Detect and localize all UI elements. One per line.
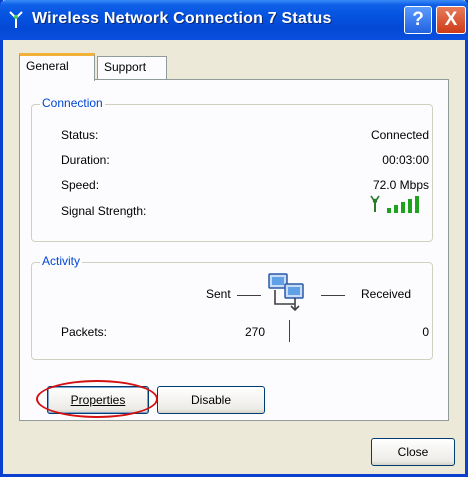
network-computers-icon	[268, 273, 304, 312]
status-label: Status:	[61, 128, 99, 142]
speed-value: 72.0 Mbps	[372, 178, 429, 192]
tab-general[interactable]: General	[19, 53, 95, 81]
status-value: Connected	[370, 128, 429, 142]
activity-group: Activity	[31, 254, 433, 360]
window-title: Wireless Network Connection 7 Status	[32, 10, 332, 27]
sent-connector-line	[237, 295, 261, 296]
packets-sent-value: 270	[244, 325, 265, 339]
highlight-ellipse	[36, 380, 158, 418]
speed-label: Speed:	[61, 178, 100, 192]
help-button[interactable]: ?	[404, 6, 432, 34]
close-window-button[interactable]: X	[436, 6, 466, 34]
status-dialog-window: Wireless Network Connection 7 Status ? X…	[0, 0, 468, 477]
connection-group-title: Connection	[40, 96, 105, 110]
packets-received-value: 0	[422, 325, 429, 339]
duration-label: Duration:	[61, 153, 110, 167]
signal-strength-label: Signal Strength:	[61, 204, 147, 218]
duration-value: 00:03:00	[382, 153, 429, 167]
close-button-label: Close	[397, 445, 429, 459]
connection-group: Connection	[31, 96, 433, 242]
close-button[interactable]: Close	[371, 438, 455, 466]
packets-divider	[289, 320, 290, 342]
received-label: Received	[361, 287, 412, 301]
title-bar[interactable]: Wireless Network Connection 7 Status ? X	[0, 0, 468, 40]
sent-label: Sent	[206, 287, 231, 301]
disable-button-label: Disable	[190, 393, 232, 407]
signal-strength-icon[interactable]	[369, 194, 431, 214]
activity-group-title: Activity	[40, 254, 83, 268]
received-connector-line	[321, 295, 345, 296]
disable-button[interactable]: Disable	[157, 386, 265, 414]
tab-support[interactable]: Support	[97, 56, 167, 80]
packets-label: Packets:	[61, 325, 108, 339]
wireless-antenna-icon	[9, 11, 23, 28]
